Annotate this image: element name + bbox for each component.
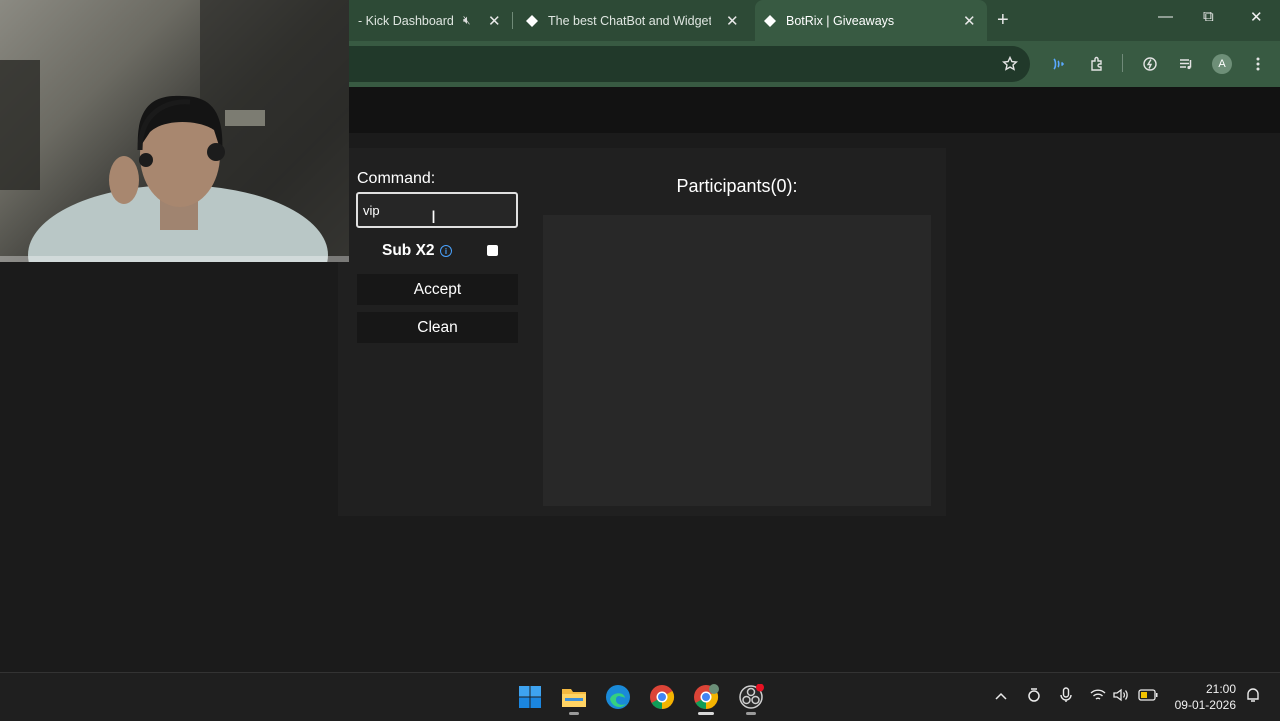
tab-chatbot[interactable]: The best ChatBot and Widgets f ✕ (517, 0, 749, 41)
star-icon[interactable] (998, 52, 1022, 76)
voice-icon[interactable] (1047, 52, 1071, 76)
file-explorer-icon[interactable] (560, 683, 588, 715)
restore-button[interactable]: ⧉ (1203, 8, 1214, 25)
battery-icon[interactable] (1138, 689, 1158, 704)
muted-audio-icon[interactable]: 🔇︎ (463, 13, 471, 28)
system-clock[interactable]: 21:00 09-01-2026 (1175, 681, 1236, 713)
close-tab-icon[interactable]: ✕ (726, 12, 739, 30)
menu-icon[interactable] (1246, 52, 1270, 76)
toolbar-separator (1122, 54, 1123, 72)
wifi-icon[interactable] (1090, 688, 1106, 705)
profile-avatar[interactable]: A (1212, 54, 1232, 74)
clock-date: 09-01-2026 (1174, 698, 1236, 712)
windows-taskbar: 21:00 09-01-2026 (0, 672, 1280, 721)
participants-list (543, 215, 931, 506)
chrome-icon[interactable] (648, 683, 676, 711)
extensions-icon[interactable] (1085, 52, 1109, 76)
text-cursor-icon: I (431, 208, 437, 228)
sub-x2-checkbox[interactable] (487, 245, 498, 256)
botrix-favicon-icon (526, 14, 538, 27)
tab-kick-dashboard[interactable]: - Kick Dashboard 🔇︎ ✕ (349, 0, 509, 41)
tab-separator (512, 12, 513, 29)
close-tab-icon[interactable]: ✕ (488, 12, 501, 30)
media-control-icon[interactable] (1174, 52, 1198, 76)
participants-title: Participants(0): (676, 176, 798, 196)
performance-icon[interactable] (1138, 52, 1162, 76)
sub-x2-label: Sub X2 (382, 242, 435, 259)
edge-icon[interactable] (604, 683, 632, 711)
accept-button[interactable]: Accept (357, 274, 518, 305)
tab-botrix-giveaways[interactable]: BotRix | Giveaways ✕ (755, 0, 987, 41)
volume-icon[interactable] (1113, 688, 1129, 705)
obs-icon[interactable] (737, 683, 765, 715)
show-hidden-icons-icon[interactable] (994, 689, 1008, 704)
tab-title: The best ChatBot and Widgets f (548, 13, 711, 28)
tab-title: - Kick Dashboard (358, 13, 454, 28)
webcam-overlay (0, 0, 349, 262)
microphone-icon[interactable] (1059, 687, 1073, 706)
info-icon[interactable]: i (440, 245, 452, 257)
windows-start-icon[interactable] (516, 683, 544, 711)
close-tab-icon[interactable]: ✕ (963, 12, 976, 30)
notifications-icon[interactable] (1245, 687, 1261, 706)
command-input[interactable] (356, 192, 518, 228)
close-window-button[interactable]: ✕ (1250, 8, 1263, 26)
clock-time: 21:00 (1205, 682, 1236, 696)
minimize-button[interactable]: — (1158, 8, 1173, 25)
clean-button[interactable]: Clean (357, 312, 518, 343)
sync-icon[interactable] (1026, 687, 1042, 706)
command-label: Command: (357, 170, 436, 187)
new-tab-button[interactable]: + (997, 9, 1009, 32)
botrix-favicon-icon (764, 14, 776, 27)
webcam-person-image (0, 0, 349, 262)
chrome-profile-icon[interactable] (692, 683, 720, 715)
tab-title: BotRix | Giveaways (786, 13, 895, 28)
